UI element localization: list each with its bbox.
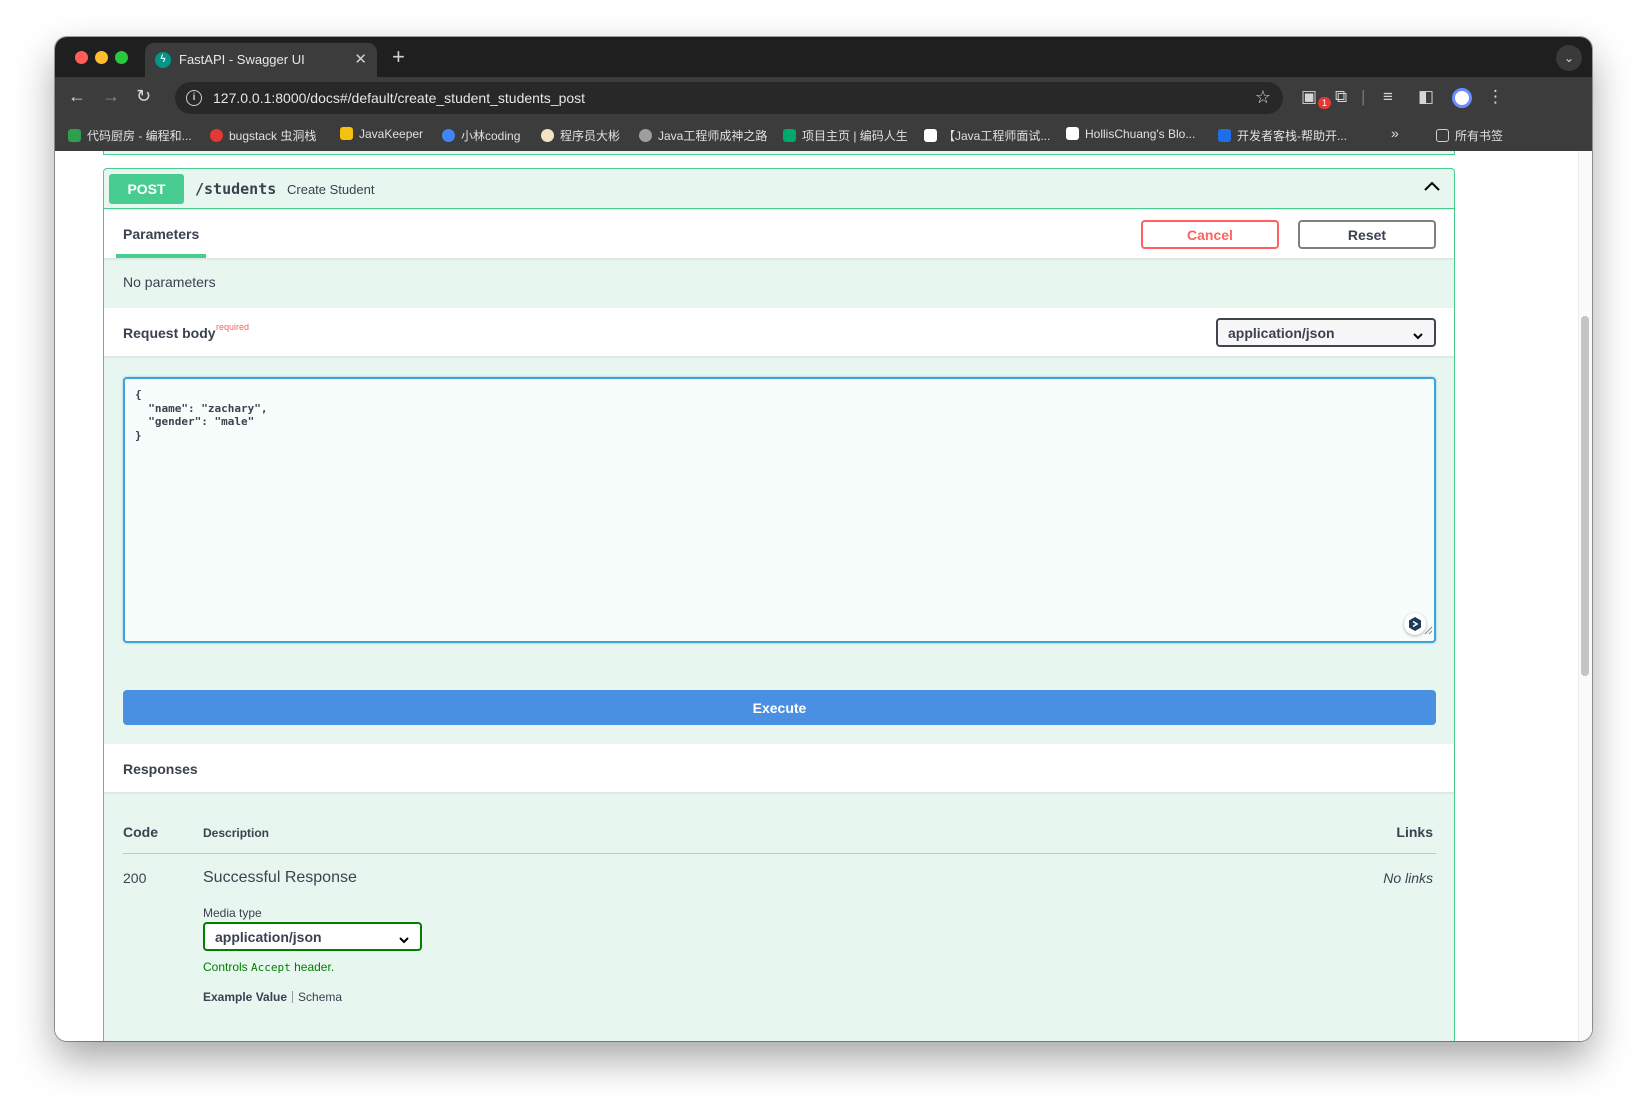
- column-links: Links: [1396, 824, 1433, 840]
- operation-summary-text: Create Student: [287, 182, 375, 197]
- bookmark-item[interactable]: bugstack 虫洞栈: [210, 127, 316, 144]
- chevron-up-icon[interactable]: [1422, 177, 1442, 202]
- browser-window: ϟ FastAPI - Swagger UI ✕ + ⌄ ← → ↻ i 127…: [55, 37, 1592, 1041]
- bookmark-favicon: [541, 129, 554, 142]
- media-type-select[interactable]: application/json: [203, 922, 422, 951]
- fastapi-icon: ϟ: [155, 52, 171, 68]
- address-bar[interactable]: i 127.0.0.1:8000/docs#/default/create_st…: [175, 82, 1283, 114]
- content-type-select[interactable]: application/json: [1216, 318, 1436, 347]
- new-tab-icon[interactable]: +: [392, 44, 405, 70]
- request-body-label: Request body: [123, 325, 216, 341]
- resize-handle-icon[interactable]: [1424, 622, 1433, 640]
- site-info-icon[interactable]: i: [186, 90, 202, 106]
- cancel-button[interactable]: Cancel: [1141, 220, 1279, 249]
- editor-extension-icon[interactable]: [1404, 613, 1426, 635]
- tab-parameters[interactable]: Parameters: [116, 210, 207, 258]
- forward-icon[interactable]: →: [102, 86, 120, 107]
- bookmark-favicon: [1218, 129, 1231, 142]
- back-icon[interactable]: ←: [68, 86, 86, 107]
- bookmark-item[interactable]: 项目主页 | 编码人生: [783, 127, 908, 144]
- media-type-value: application/json: [215, 929, 322, 945]
- bookmark-item[interactable]: JavaKeeper: [340, 127, 423, 141]
- bookmark-favicon: [924, 129, 937, 142]
- responses-header: Responses: [104, 744, 1454, 792]
- reset-button[interactable]: Reset: [1298, 220, 1436, 249]
- parameters-header: Parameters Cancel Reset: [104, 210, 1454, 258]
- media-type-label: Media type: [203, 906, 262, 920]
- bookmark-item[interactable]: 【Java工程师面试...: [924, 127, 1050, 144]
- no-parameters-text: No parameters: [123, 274, 216, 290]
- scrollbar-track[interactable]: [1578, 151, 1592, 1041]
- column-code: Code: [123, 824, 158, 840]
- maximize-window-button[interactable]: [115, 51, 128, 64]
- folder-icon: [1436, 129, 1449, 142]
- extension-icon[interactable]: ▣: [1301, 87, 1317, 107]
- tab-schema[interactable]: Schema: [298, 990, 342, 1004]
- bookmark-item[interactable]: 代码厨房 - 编程和...: [68, 127, 192, 144]
- controls-accept-note: Controls Accept header.: [203, 960, 335, 974]
- content-type-value: application/json: [1228, 325, 1335, 341]
- request-body-editor[interactable]: { "name": "zachary", "gender": "male" }: [123, 377, 1436, 643]
- tab-divider: [292, 991, 294, 1003]
- bookmarks-overflow-icon[interactable]: »: [1391, 125, 1399, 141]
- responses-title: Responses: [123, 761, 198, 777]
- bookmark-favicon: [210, 129, 223, 142]
- bookmark-favicon: [1066, 127, 1079, 140]
- example-schema-tabs: Example Value Schema: [203, 990, 342, 1004]
- side-panel-icon[interactable]: ◧: [1418, 87, 1434, 107]
- media-control-icon[interactable]: ≡: [1383, 87, 1393, 107]
- bookmark-favicon: [340, 127, 353, 140]
- response-description: Successful Response: [203, 869, 357, 886]
- bookmark-favicon: [639, 129, 652, 142]
- bookmark-item[interactable]: HollisChuang's Blo...: [1066, 127, 1195, 141]
- bookmark-item[interactable]: Java工程师成神之路: [639, 127, 767, 144]
- bookmark-item[interactable]: 开发者客栈-帮助开...: [1218, 127, 1347, 144]
- operation-path: /students: [195, 180, 277, 198]
- close-tab-icon[interactable]: ✕: [354, 50, 367, 68]
- extensions-puzzle-icon[interactable]: ⧉: [1335, 87, 1347, 107]
- column-description: Description: [203, 826, 270, 840]
- method-badge: POST: [109, 174, 184, 204]
- bookmark-favicon: [68, 129, 81, 142]
- bookmark-favicon: [783, 129, 796, 142]
- request-body-header: Request body required application/json: [104, 308, 1454, 356]
- extension-badge: 1: [1318, 97, 1332, 109]
- bookmark-favicon: [442, 129, 455, 142]
- required-marker: required: [216, 322, 250, 332]
- page-viewport: POST /students Create Student Parameters…: [55, 151, 1592, 1041]
- scrollbar-thumb[interactable]: [1581, 316, 1589, 676]
- tab-strip: ϟ FastAPI - Swagger UI ✕ + ⌄: [55, 37, 1592, 77]
- minimize-window-button[interactable]: [95, 51, 108, 64]
- bookmark-star-icon[interactable]: ☆: [1255, 87, 1271, 108]
- response-code: 200: [123, 870, 147, 886]
- bookmarks-bar: 代码厨房 - 编程和... bugstack 虫洞栈 JavaKeeper 小林…: [55, 119, 1592, 151]
- toolbar-divider: |: [1361, 87, 1366, 106]
- profile-avatar[interactable]: [1452, 88, 1472, 108]
- menu-kebab-icon[interactable]: ⋮: [1487, 87, 1504, 107]
- bookmark-item[interactable]: 程序员大彬: [541, 127, 620, 144]
- chevron-down-icon: [1412, 328, 1424, 344]
- url-text[interactable]: 127.0.0.1:8000/docs#/default/create_stud…: [213, 90, 585, 106]
- operation-summary[interactable]: POST /students Create Student: [104, 169, 1454, 209]
- browser-tab[interactable]: ϟ FastAPI - Swagger UI ✕: [145, 43, 377, 77]
- close-window-button[interactable]: [75, 51, 88, 64]
- all-bookmarks-folder[interactable]: 所有书签: [1436, 127, 1503, 144]
- responses-table-header: Code Description Links: [123, 810, 1436, 854]
- request-body-text[interactable]: { "name": "zachary", "gender": "male" }: [135, 388, 267, 442]
- execute-button[interactable]: Execute: [123, 690, 1436, 725]
- tab-search-icon[interactable]: ⌄: [1556, 45, 1582, 71]
- tab-example-value[interactable]: Example Value: [203, 990, 287, 1004]
- reload-icon[interactable]: ↻: [136, 86, 151, 107]
- previous-operation-edge: [103, 151, 1455, 155]
- response-links: No links: [1383, 870, 1433, 886]
- chevron-down-icon: [398, 932, 410, 948]
- tab-title: FastAPI - Swagger UI: [179, 52, 305, 67]
- bookmark-item[interactable]: 小林coding: [442, 127, 520, 144]
- browser-toolbar: ← → ↻ i 127.0.0.1:8000/docs#/default/cre…: [55, 77, 1592, 119]
- operation-block-post: POST /students Create Student Parameters…: [103, 168, 1455, 1041]
